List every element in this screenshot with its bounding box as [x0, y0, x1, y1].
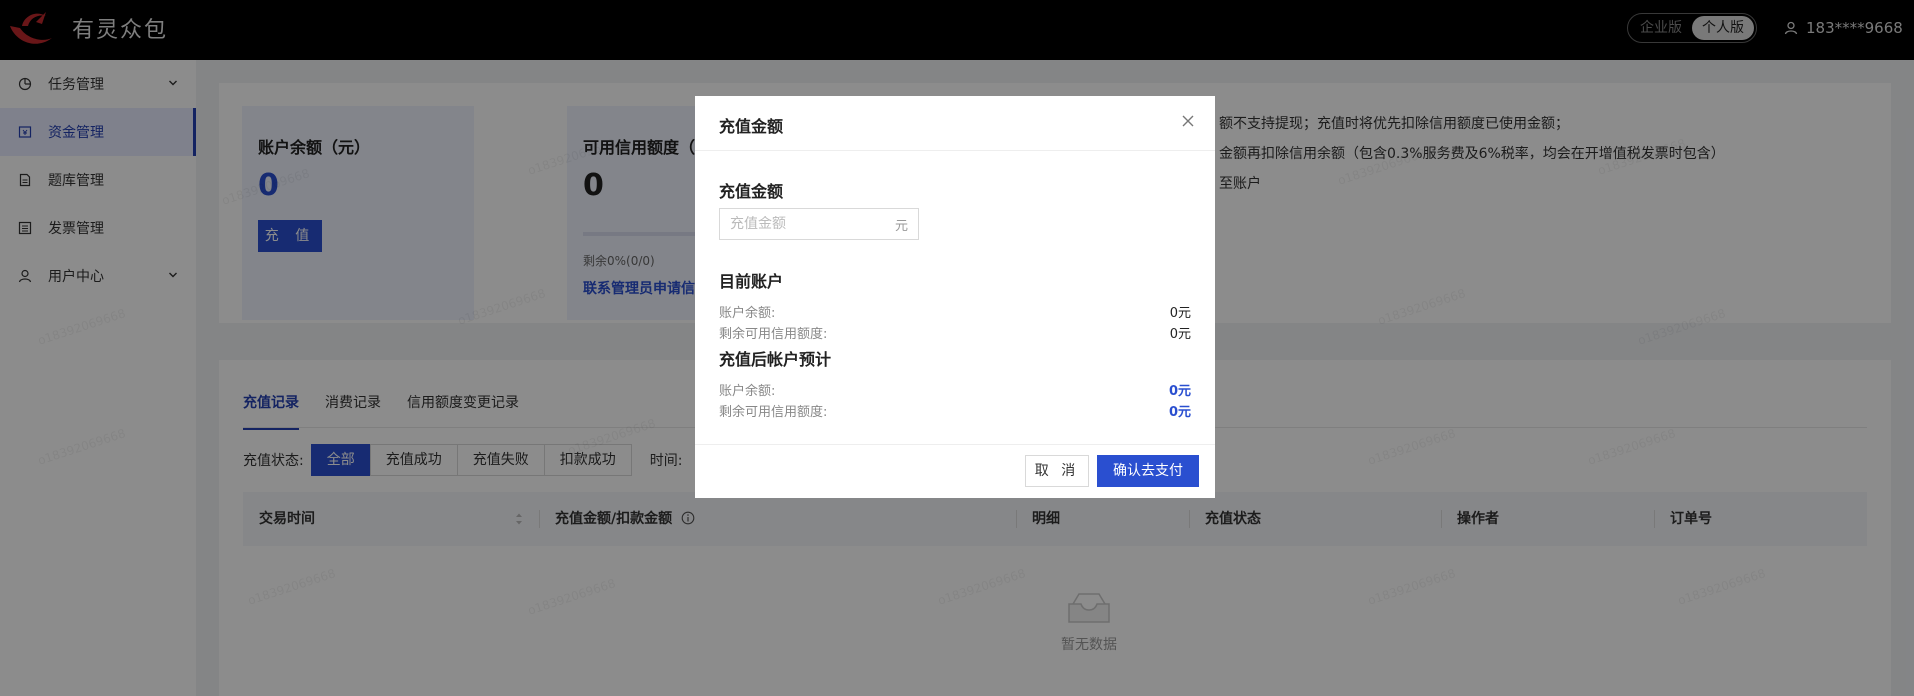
current-balance-row: 账户余额: 0元: [719, 302, 1191, 321]
row-value: 0元: [1169, 306, 1191, 321]
after-balance-row: 账户余额: 0元: [719, 380, 1191, 399]
cancel-button[interactable]: 取 消: [1025, 455, 1089, 487]
current-credit-row: 剩余可用信用额度: 0元: [719, 323, 1191, 342]
row-value: 0元: [1168, 384, 1191, 399]
amount-section-title: 充值金额: [719, 182, 784, 201]
amount-unit: 元: [894, 218, 908, 234]
row-value: 0元: [1169, 327, 1191, 342]
confirm-pay-button[interactable]: 确认去支付: [1097, 455, 1199, 487]
modal-header: 充值金额: [695, 96, 1215, 151]
close-icon[interactable]: [1181, 114, 1195, 128]
modal-footer: 取 消 确认去支付: [695, 444, 1215, 498]
after-credit-row: 剩余可用信用额度: 0元: [719, 401, 1191, 420]
row-label: 剩余可用信用额度:: [719, 405, 828, 420]
modal-title: 充值金额: [719, 117, 784, 136]
recharge-modal: 充值金额 充值金额 元 目前账户 账户余额: 0元 剩余可用信用额度: 0元 充…: [695, 96, 1215, 498]
row-label: 账户余额:: [719, 384, 776, 399]
amount-input-wrapper: 元: [719, 208, 919, 240]
after-recharge-title: 充值后帐户预计: [719, 350, 832, 369]
row-label: 剩余可用信用额度:: [719, 327, 828, 342]
row-value: 0元: [1168, 405, 1191, 420]
amount-input[interactable]: [730, 216, 895, 232]
current-account-title: 目前账户: [719, 272, 784, 291]
row-label: 账户余额:: [719, 306, 776, 321]
